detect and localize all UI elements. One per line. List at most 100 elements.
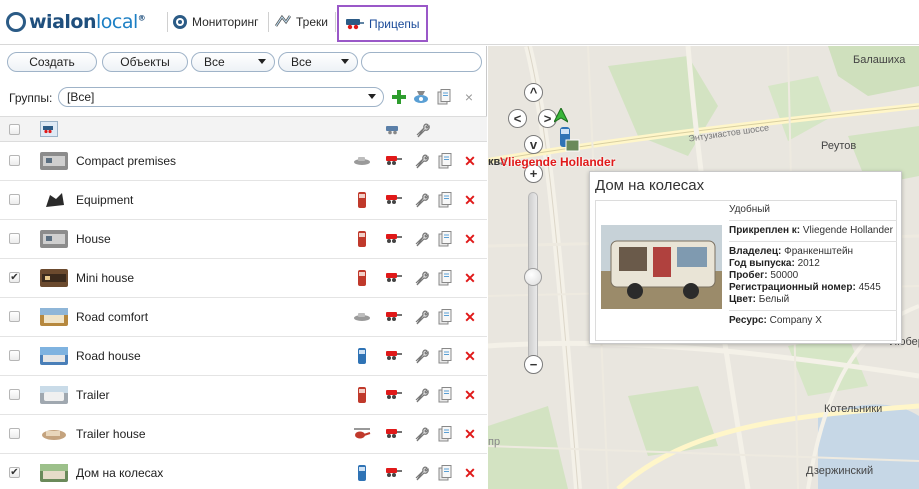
filter-select-2[interactable]: Все [278,52,358,72]
copy-icon[interactable] [436,464,454,482]
trailer-name: Compact premises [76,154,177,168]
table-row[interactable]: Trailer ✕ [0,376,487,415]
car-unit-icon [353,152,371,170]
row-checkbox[interactable] [9,311,20,322]
top-navigation-bar: wialonlocal® Мониторинг Треки Прицепы [0,0,919,45]
delete-icon[interactable]: ✕ [461,464,479,482]
delete-icon[interactable]: ✕ [461,386,479,404]
table-row[interactable]: Compact premises ✕ [0,142,487,181]
delete-icon[interactable]: ✕ [461,191,479,209]
nav-tab-tracks[interactable]: Треки [274,7,328,37]
attach-trailer-icon[interactable] [385,386,403,404]
unit-marker-icon[interactable] [558,126,580,154]
copy-icon[interactable] [436,230,454,248]
popup-divider [729,241,897,242]
filter-select-1[interactable]: Все [191,52,275,72]
table-row[interactable]: Equipment ✕ [0,181,487,220]
attach-trailer-icon[interactable] [385,191,403,209]
trailer-name: Дом на колесах [76,466,164,480]
attach-trailer-icon[interactable] [385,152,403,170]
popup-owner: Владелец: Франкенштейн [729,246,854,257]
search-input[interactable] [361,52,482,72]
table-row[interactable]: ✔ Mini house ✕ [0,259,487,298]
delete-icon[interactable]: ✕ [461,425,479,443]
wrench-icon[interactable] [412,386,430,404]
copy-icon[interactable] [436,152,454,170]
trailer-photo-image [601,225,722,309]
delete-icon[interactable]: ✕ [461,269,479,287]
wrench-icon[interactable] [412,464,430,482]
attach-trailer-icon[interactable] [385,230,403,248]
row-checkbox[interactable] [9,428,20,439]
copy-icon[interactable] [436,191,454,209]
unit-map-label[interactable]: Vliegende Hollander [500,155,615,169]
trailer-thumbnail-image [40,347,68,365]
nav-tab-label: Треки [296,15,328,29]
table-row[interactable]: Road comfort ✕ [0,298,487,337]
attach-trailer-icon[interactable] [385,269,403,287]
copy-icon[interactable] [436,89,452,105]
attach-column-icon[interactable] [385,121,403,139]
chevron-down-icon [368,94,376,99]
popup-divider [729,220,897,221]
wrench-icon[interactable] [412,308,430,326]
row-checkbox[interactable] [9,155,20,166]
table-row[interactable]: Road house ✕ [0,337,487,376]
delete-icon[interactable]: ✕ [461,230,479,248]
van-unit-icon [353,464,371,482]
chevron-down-icon [258,59,266,64]
wrench-icon[interactable] [412,269,430,287]
copy-icon[interactable] [436,347,454,365]
attach-trailer-icon[interactable] [385,425,403,443]
delete-icon[interactable]: ✕ [461,152,479,170]
wialon-local-logo[interactable]: wialonlocal® [6,10,146,34]
pan-left-button[interactable]: < [508,109,527,128]
row-checkbox[interactable] [9,194,20,205]
table-row[interactable]: House ✕ [0,220,487,259]
trailer-thumbnail-image [40,191,68,209]
zoom-out-button[interactable]: − [524,355,543,374]
row-checkbox[interactable] [9,350,20,361]
wrench-icon[interactable] [412,347,430,365]
add-group-icon[interactable] [391,89,407,105]
groups-row: Группы: [Все] × [0,84,487,110]
create-button[interactable]: Создать [7,52,97,72]
row-checkbox[interactable] [9,389,20,400]
nav-tab-trailers[interactable]: Прицепы [337,5,428,42]
row-checkbox[interactable] [9,233,20,244]
nav-tab-monitoring[interactable]: Мониторинг [172,7,259,37]
wrench-icon[interactable] [412,230,430,248]
copy-icon[interactable] [436,386,454,404]
pan-down-button[interactable]: v [524,135,543,154]
wrench-column-icon[interactable] [413,121,431,139]
attach-trailer-icon[interactable] [385,308,403,326]
wrench-icon[interactable] [412,425,430,443]
truck-unit-icon [353,191,371,209]
copy-icon[interactable] [436,425,454,443]
select-all-checkbox[interactable] [9,124,20,135]
delete-icon[interactable]: ✕ [461,308,479,326]
groups-label: Группы: [9,91,53,105]
popup-content: Удобный Прикреплен к: Vliegende Hollande… [595,200,897,341]
wrench-icon[interactable] [412,191,430,209]
popup-status: Удобный [729,204,770,215]
copy-icon[interactable] [436,308,454,326]
row-checkbox[interactable]: ✔ [9,272,20,283]
wrench-icon[interactable] [412,152,430,170]
attach-trailer-icon[interactable] [385,347,403,365]
table-row[interactable]: Trailer house ✕ [0,415,487,454]
row-checkbox[interactable]: ✔ [9,467,20,478]
groups-select[interactable]: [Все] [58,87,384,107]
popup-color: Цвет: Белый [729,294,790,305]
close-icon[interactable]: × [461,89,477,105]
zoom-slider-handle[interactable] [524,268,542,286]
table-row[interactable]: ✔ Дом на колесах ✕ [0,454,487,489]
pan-up-button[interactable]: ^ [524,83,543,102]
visibility-icon[interactable] [413,89,429,105]
attach-trailer-icon[interactable] [385,464,403,482]
van-unit-icon [353,347,371,365]
filter-objects-button[interactable]: Объекты [102,52,188,72]
copy-icon[interactable] [436,269,454,287]
delete-icon[interactable]: ✕ [461,347,479,365]
truck-unit-icon [353,230,371,248]
